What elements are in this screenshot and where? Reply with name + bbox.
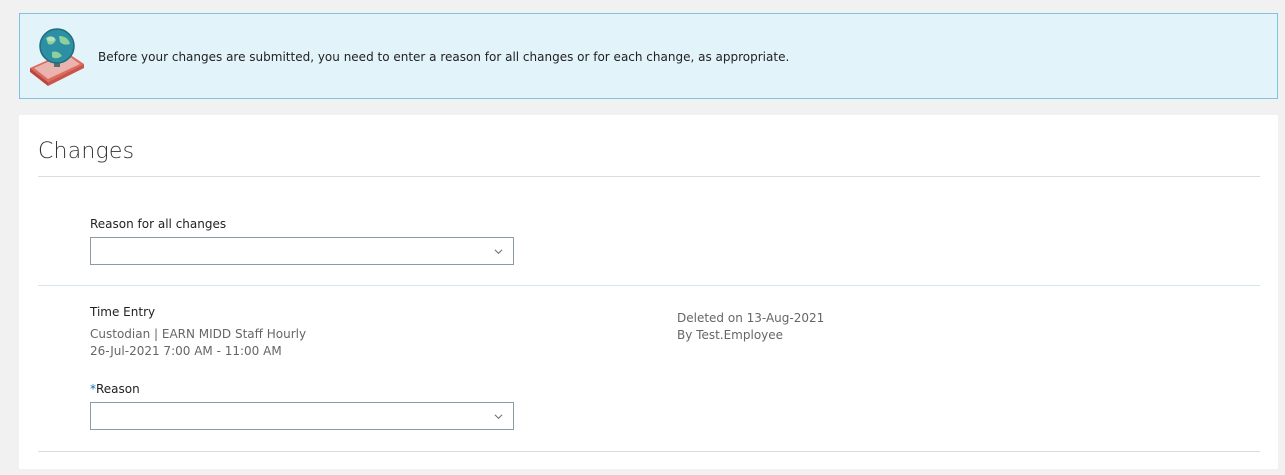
bottom-divider [38,451,1260,452]
reason-label-text: Reason [96,382,140,396]
reason-label: *Reason [90,382,140,396]
chevron-down-icon [494,414,503,420]
changes-card: Changes Reason for all changes Time Entr… [19,115,1278,469]
reason-all-label: Reason for all changes [90,217,227,231]
entry-assignment: Custodian | EARN MIDD Staff Hourly [90,327,307,341]
row-divider [38,285,1260,286]
deleted-by: By Test.Employee [677,328,784,342]
banner-message: Before your changes are submitted, you n… [98,50,790,64]
reason-select[interactable] [90,402,514,430]
entry-type: Time Entry [90,305,156,319]
deleted-on: Deleted on 13-Aug-2021 [677,311,825,325]
chevron-down-icon [494,249,503,255]
title-divider [38,176,1260,177]
page: Before your changes are submitted, you n… [0,0,1285,475]
entry-time: 26-Jul-2021 7:00 AM - 11:00 AM [90,344,282,358]
info-banner: Before your changes are submitted, you n… [19,13,1278,99]
entry-detail: Custodian | EARN MIDD Staff Hourly 26-Ju… [90,326,306,360]
reason-all-select[interactable] [90,237,514,265]
entry-status: Deleted on 13-Aug-2021 By Test.Employee [677,310,824,344]
book-globe-icon [30,28,84,86]
section-title: Changes [38,139,135,164]
